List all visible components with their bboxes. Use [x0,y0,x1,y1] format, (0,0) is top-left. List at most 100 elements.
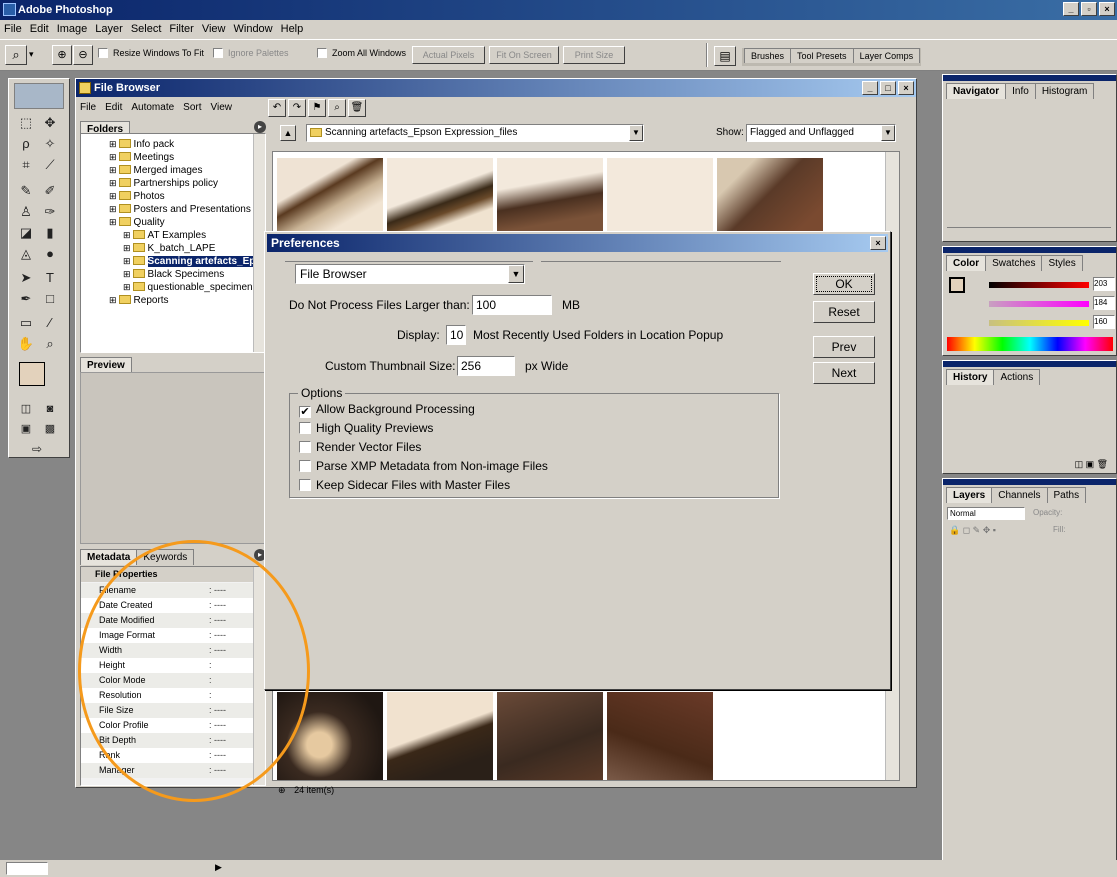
display-input[interactable]: 10 [446,325,466,345]
chevron-down-icon[interactable]: ▼ [881,125,895,141]
zoom-out-icon[interactable]: ⊖ [73,45,93,65]
gradient-tool-icon[interactable]: ▮ [39,223,61,243]
tab-preview[interactable]: Preview [80,357,132,373]
expand-icon[interactable]: ⊞ [123,243,131,253]
path-selection-tool-icon[interactable]: ➤ [15,268,37,288]
folder-item[interactable]: ⊞ Partnerships policy [81,177,265,190]
fit-on-screen-button[interactable]: Fit On Screen [489,46,559,64]
rotate-ccw-icon[interactable]: ↶ [268,99,286,117]
move-tool-icon[interactable]: ✥ [39,113,61,133]
red-slider[interactable] [989,282,1089,288]
thumbnail-8[interactable] [497,692,603,780]
close-icon[interactable]: × [870,236,886,250]
green-slider[interactable] [989,301,1089,307]
history-buttons[interactable]: ◫ ▣ 🗑 [1075,459,1108,470]
menu-item-filter[interactable]: Filter [165,20,197,38]
flag-icon[interactable]: ⚑ [308,99,326,117]
section-dropdown[interactable]: File Browser ▼ [295,264,525,284]
close-icon[interactable]: × [1099,2,1115,16]
expand-icon[interactable]: ⊞ [123,269,131,279]
foreground-color-swatch[interactable] [19,362,45,386]
tab-actions[interactable]: Actions [993,369,1041,385]
screen-mode-icon[interactable]: ▣ [15,419,37,439]
palette-well-tab-tool-presets[interactable]: Tool Presets [790,48,854,63]
file-browser-icon[interactable]: ▤ [714,46,736,66]
fb-menu-item-file[interactable]: File [80,102,96,113]
menu-item-layer[interactable]: Layer [91,20,127,38]
blue-slider[interactable] [989,320,1089,326]
tab-navigator[interactable]: Navigator [946,83,1007,99]
thumb-size-input[interactable]: 256 [457,356,515,376]
palette-well-tab-brushes[interactable]: Brushes [744,48,792,63]
folder-item[interactable]: ⊞ Photos [81,190,265,203]
blur-tool-icon[interactable]: ◬ [15,244,37,264]
menu-item-view[interactable]: View [198,20,230,38]
lasso-tool-icon[interactable]: ρ [15,134,37,154]
folder-item[interactable]: ⊞ Info pack [81,138,265,151]
actual-pixels-button[interactable]: Actual Pixels [412,46,485,64]
full-screen-mode-icon[interactable]: ▩ [39,419,61,439]
show-dropdown[interactable]: Flagged and Unflagged ▼ [746,124,896,142]
palette-well-tab-layer-comps[interactable]: Layer Comps [852,48,921,63]
folder-item[interactable]: ⊞ Scanning artefacts_Ep [81,255,265,268]
fb-minimize-icon[interactable]: _ [862,81,878,95]
zoom-in-icon[interactable]: ⊕ [52,45,72,65]
folder-item[interactable]: ⊞ Meetings [81,151,265,164]
reset-button[interactable]: Reset [813,301,875,323]
fb-maximize-icon[interactable]: □ [880,81,896,95]
tab-history[interactable]: History [946,369,995,385]
checkmark-icon[interactable]: ✔ [299,406,311,418]
menu-item-window[interactable]: Window [230,20,277,38]
eraser-tool-icon[interactable]: ◪ [15,223,37,243]
tab-layers[interactable]: Layers [946,487,993,503]
folders-menu-icon[interactable]: ▸ [254,121,266,133]
option-checkbox-5[interactable]: Keep Sidecar Files with Master Files [299,478,510,492]
marquee-tool-icon[interactable]: ⬚ [15,113,37,133]
restore-icon[interactable]: ▫ [1081,2,1097,16]
expand-icon[interactable]: ⊞ [109,139,117,149]
crop-tool-icon[interactable]: ⌗ [15,155,37,175]
ignore-palettes-checkbox[interactable]: Ignore Palettes [213,48,289,58]
zoom-tool-box-icon[interactable]: ⌕ [39,334,61,354]
history-brush-tool-icon[interactable]: ✑ [39,202,61,222]
resize-windows-checkbox[interactable]: Resize Windows To Fit [98,48,204,58]
fb-menu-item-view[interactable]: View [211,102,233,113]
up-folder-icon[interactable]: ▲ [280,125,296,141]
red-value[interactable]: 203 [1093,277,1115,291]
print-size-button[interactable]: Print Size [563,46,625,64]
brush-tool-icon[interactable]: ✐ [39,181,61,201]
option-checkbox-3[interactable]: Render Vector Files [299,440,421,454]
pen-tool-icon[interactable]: ✒ [15,289,37,309]
max-size-input[interactable]: 100 [472,295,552,315]
menu-item-file[interactable]: File [0,20,26,38]
option-checkbox-2[interactable]: High Quality Previews [299,421,433,435]
thumbnail-9[interactable] [607,692,713,780]
tab-histogram[interactable]: Histogram [1034,83,1095,99]
folder-item[interactable]: ⊞ Reports [81,294,265,307]
color-ramp[interactable] [947,337,1113,351]
zoom-all-checkbox[interactable]: Zoom All Windows [317,48,406,58]
next-button[interactable]: Next [813,362,875,384]
fb-close-icon[interactable]: × [898,81,914,95]
magic-wand-tool-icon[interactable]: ✧ [39,134,61,154]
shape-tool-icon[interactable]: □ [39,289,61,309]
checkbox-box[interactable] [299,422,311,434]
tab-info[interactable]: Info [1005,83,1036,99]
standard-mode-icon[interactable]: ◫ [15,399,37,419]
fb-menu-item-edit[interactable]: Edit [105,102,122,113]
expand-icon[interactable]: ⊞ [109,152,117,162]
folder-item[interactable]: ⊞ questionable_specimens [81,281,265,294]
search-icon[interactable]: ⌕ [328,99,346,117]
tab-paths[interactable]: Paths [1046,487,1087,503]
delete-icon[interactable]: 🗑 [348,99,366,117]
minimize-icon[interactable]: _ [1063,2,1079,16]
menu-item-help[interactable]: Help [277,20,308,38]
checkbox-box[interactable] [299,441,311,453]
expand-icon[interactable]: ⊞ [109,165,117,175]
folder-item[interactable]: ⊞ AT Examples [81,229,265,242]
expand-icon[interactable]: ⊞ [109,178,117,188]
chevron-down-icon[interactable]: ▼ [629,125,643,141]
notes-tool-icon[interactable]: ▭ [15,313,37,333]
clone-stamp-tool-icon[interactable]: ♙ [15,202,37,222]
folder-item[interactable]: ⊞ K_batch_LAPE [81,242,265,255]
